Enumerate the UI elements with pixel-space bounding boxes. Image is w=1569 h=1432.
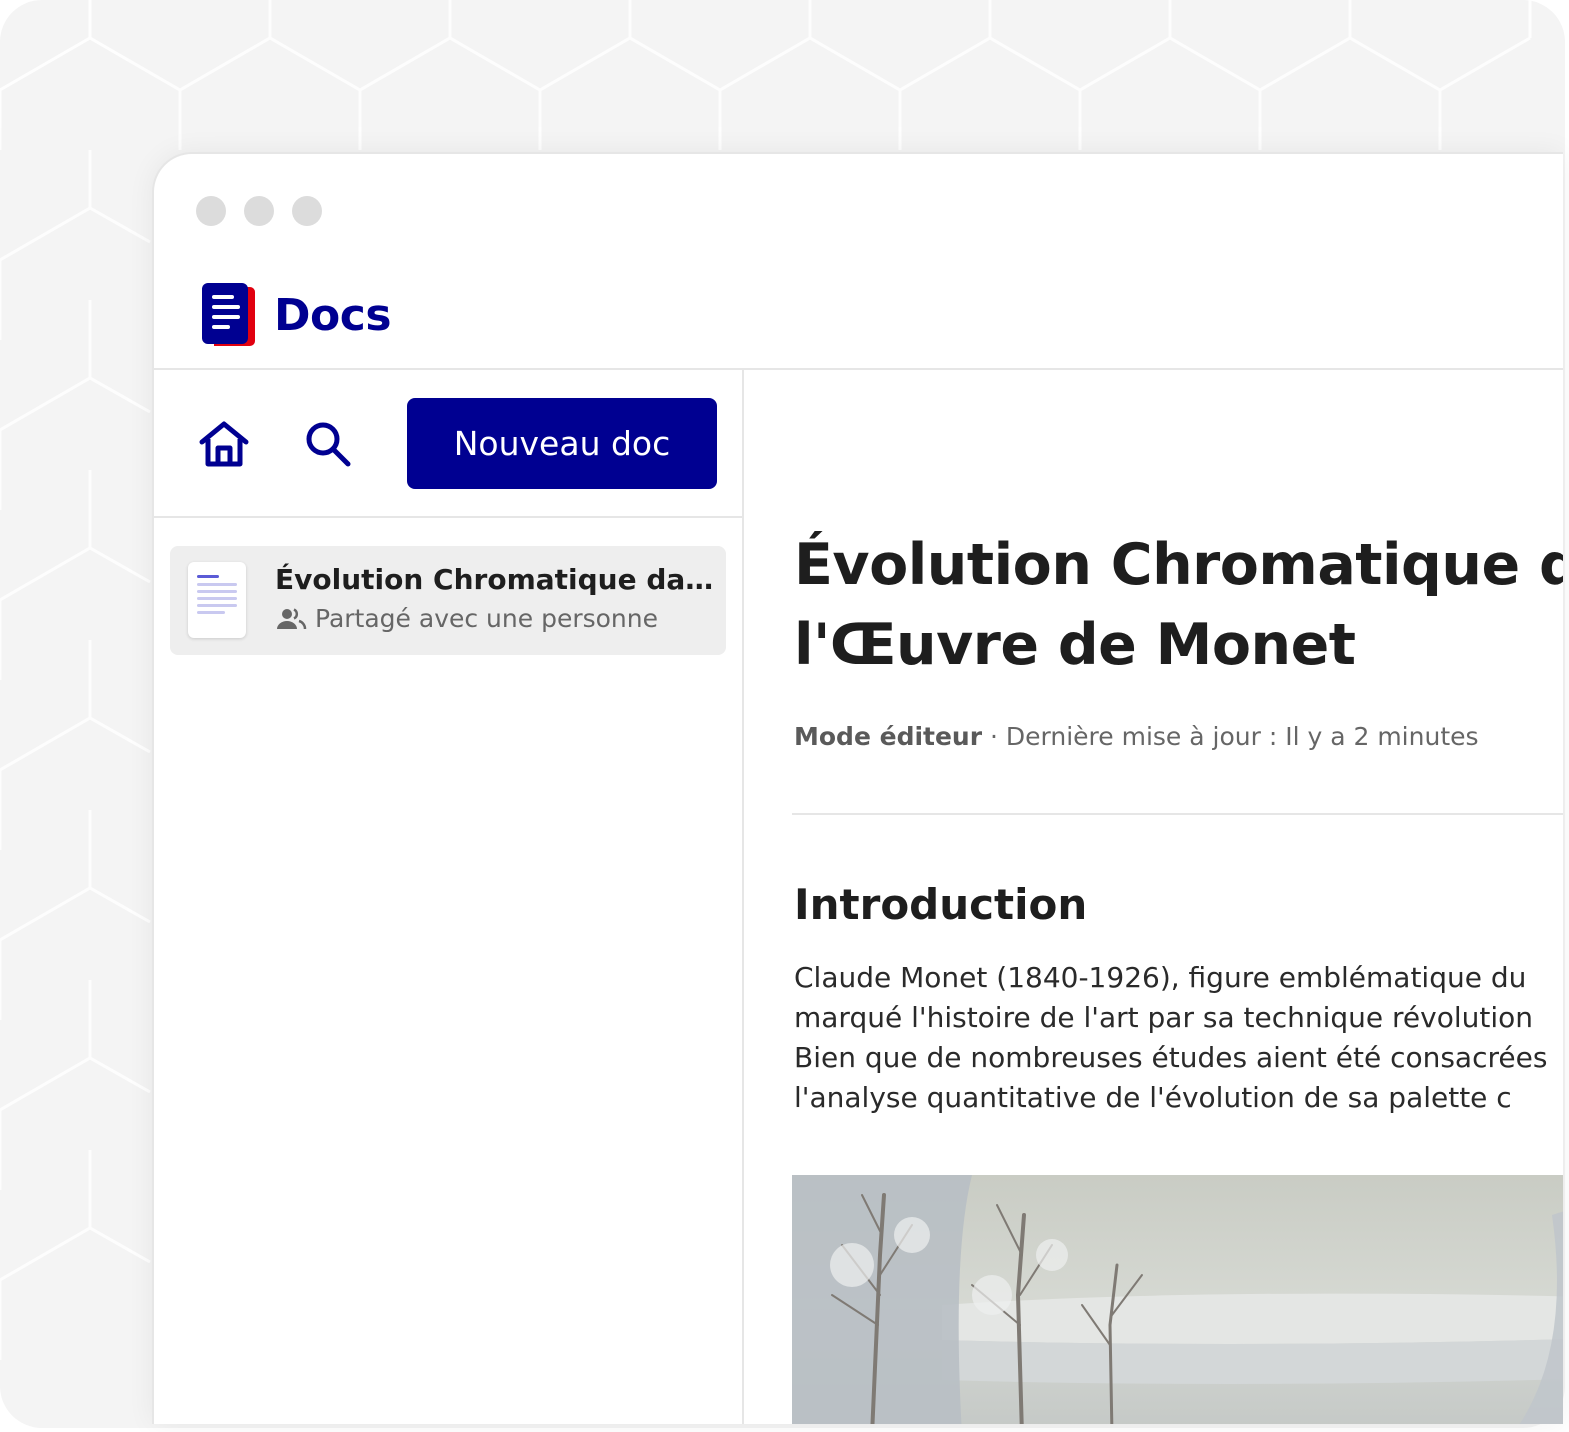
app-header: Docs bbox=[154, 262, 1563, 370]
content-divider bbox=[792, 813, 1563, 815]
shared-label: Partagé avec une personne bbox=[315, 604, 658, 633]
document-thumbnail-icon bbox=[188, 562, 246, 638]
document-title[interactable]: Évolution Chromatique dans l'Œuvre de Mo… bbox=[794, 525, 1563, 685]
paragraph-line: marqué l'histoire de l'art par sa techni… bbox=[794, 1001, 1534, 1034]
sidebar: Nouveau doc Évolution Chromatique dans l… bbox=[154, 370, 744, 1424]
meta-separator: · bbox=[982, 722, 1006, 751]
section-heading[interactable]: Introduction bbox=[794, 880, 1087, 929]
new-doc-button[interactable]: Nouveau doc bbox=[407, 398, 717, 489]
search-icon[interactable] bbox=[304, 420, 352, 468]
document-title-line-1: Évolution Chromatique dans bbox=[794, 532, 1563, 598]
docs-logo-icon[interactable] bbox=[200, 281, 256, 349]
window-minimize-dot[interactable] bbox=[244, 196, 274, 226]
window-maximize-dot[interactable] bbox=[292, 196, 322, 226]
last-update-label: Dernière mise à jour : Il y a 2 minutes bbox=[1005, 722, 1479, 751]
winter-landscape-painting[interactable] bbox=[792, 1175, 1563, 1424]
app-title: Docs bbox=[274, 289, 392, 341]
sidebar-doc-item[interactable]: Évolution Chromatique dans l'Œuvre de Mo… bbox=[170, 546, 726, 655]
paragraph-line: Claude Monet (1840-1926), figure embléma… bbox=[794, 961, 1527, 994]
document-meta: Mode éditeur · Dernière mise à jour : Il… bbox=[794, 722, 1479, 751]
sidebar-toolbar: Nouveau doc bbox=[154, 370, 742, 518]
people-icon bbox=[277, 607, 307, 629]
window-close-dot[interactable] bbox=[196, 196, 226, 226]
app-window: Docs Nouveau doc Évolution Chromatique d… bbox=[152, 152, 1563, 1424]
document-title-line-2: l'Œuvre de Monet bbox=[794, 612, 1356, 678]
intro-paragraph[interactable]: Claude Monet (1840-1926), figure embléma… bbox=[794, 958, 1563, 1118]
sidebar-doc-shared: Partagé avec une personne bbox=[275, 604, 658, 633]
paragraph-line: Bien que de nombreuses études aient été … bbox=[794, 1041, 1548, 1074]
home-icon[interactable] bbox=[198, 420, 250, 468]
editor-mode-label: Mode éditeur bbox=[794, 722, 983, 751]
paragraph-line: l'analyse quantitative de l'évolution de… bbox=[794, 1081, 1512, 1114]
document-editor: Évolution Chromatique dans l'Œuvre de Mo… bbox=[744, 370, 1563, 1424]
window-controls bbox=[196, 196, 322, 226]
sidebar-doc-title: Évolution Chromatique dans l'Œuvre de Mo… bbox=[275, 563, 715, 596]
